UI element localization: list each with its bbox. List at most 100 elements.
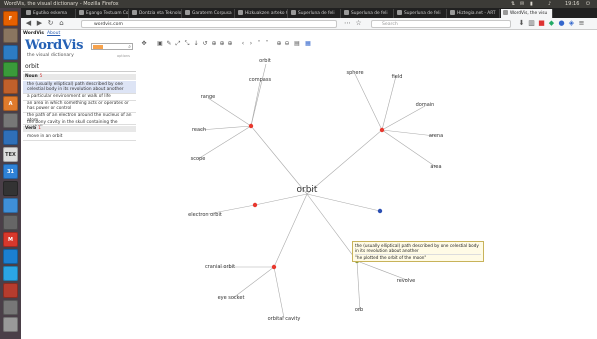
launcher-chrome-icon[interactable] xyxy=(3,198,18,213)
extension2-icon[interactable]: ◈ xyxy=(567,19,576,28)
reach-node[interactable] xyxy=(248,123,254,129)
word-graph[interactable]: orbit orbit compass range reach scope sphere fi… xyxy=(138,30,597,339)
label-field[interactable]: field xyxy=(392,74,403,80)
browser-tab[interactable]: Superluna de feli xyxy=(342,9,394,18)
next-icon[interactable]: › xyxy=(247,40,255,48)
sphere-node[interactable] xyxy=(379,127,385,133)
zoom-c-icon[interactable]: ⊕ xyxy=(226,40,234,48)
label-scope[interactable]: scope xyxy=(191,156,206,162)
zoom-b-icon[interactable]: ⊕ xyxy=(218,40,226,48)
label-sphere[interactable]: sphere xyxy=(346,70,363,76)
menu-icon[interactable]: ≡ xyxy=(577,19,586,28)
bookmark-star-icon[interactable]: ☆ xyxy=(354,19,363,28)
extension-icon[interactable]: ● xyxy=(557,19,566,28)
search-icon[interactable]: ⌕ xyxy=(128,44,131,50)
label-electron-orbit[interactable]: electron orbit xyxy=(188,212,222,218)
volume-icon[interactable]: ♪ xyxy=(548,0,551,8)
home-icon[interactable]: ⌂ xyxy=(57,19,66,28)
label-range[interactable]: range xyxy=(201,94,216,100)
launcher-writer-icon[interactable] xyxy=(3,45,18,60)
zoom-a-icon[interactable]: ⊕ xyxy=(210,40,218,48)
graph-area[interactable]: orbit orbit compass range reach scope sphere fi… xyxy=(138,30,597,339)
browser-tab[interactable]: Egutiko eskema xyxy=(24,9,76,18)
launcher-app-icon[interactable] xyxy=(3,283,18,298)
edge[interactable] xyxy=(232,266,275,299)
url-bar[interactable]: wordvis.com xyxy=(81,19,337,28)
launcher-disk-icon[interactable] xyxy=(3,300,18,315)
browser-tab[interactable]: Superluna de feli xyxy=(289,9,341,18)
download-icon[interactable]: ↓ xyxy=(192,40,200,48)
edge[interactable] xyxy=(207,97,252,127)
launcher-vlc-icon[interactable] xyxy=(3,215,18,230)
zoom-out-icon[interactable]: ⊖ xyxy=(283,40,291,48)
browser-tab[interactable]: Dontzia eta Teknolo xyxy=(130,9,182,18)
launcher-trash-icon[interactable] xyxy=(3,317,18,332)
launcher-thunderbird-icon[interactable] xyxy=(3,130,18,145)
layout-icon[interactable]: ▤ xyxy=(293,40,301,48)
label-eye-socket[interactable]: eye socket xyxy=(218,295,245,301)
expand-icon[interactable]: ⤢ xyxy=(174,40,182,48)
network-icon[interactable]: ⇅ xyxy=(511,0,515,8)
zoom-in-icon[interactable]: ⊕ xyxy=(275,40,283,48)
power-icon[interactable]: ⏻ xyxy=(586,0,590,8)
browser-tab[interactable]: Hiztegia.net - ART xyxy=(448,9,500,18)
edge[interactable] xyxy=(254,193,308,206)
label-arena[interactable]: arena xyxy=(429,133,443,139)
browser-tab[interactable]: WordVis, the visu xyxy=(501,9,553,18)
launcher-texmaker-icon[interactable]: TEX xyxy=(3,147,18,162)
prev-icon[interactable]: ‹ xyxy=(239,40,247,48)
launcher-twitter-icon[interactable] xyxy=(3,266,18,281)
electron-node[interactable] xyxy=(252,202,258,208)
edge[interactable] xyxy=(381,105,426,131)
cranial-node[interactable] xyxy=(271,264,277,270)
label-orbit[interactable]: orbit xyxy=(259,58,271,64)
draw-icon[interactable]: ✎ xyxy=(165,40,173,48)
pocket-icon[interactable]: ■ xyxy=(537,19,546,28)
edge[interactable] xyxy=(273,193,308,268)
label-area[interactable]: area xyxy=(430,164,441,170)
launcher-calc-icon[interactable] xyxy=(3,62,18,77)
center-word[interactable]: orbit xyxy=(297,185,318,195)
browser-tab[interactable]: Hizkuakzen arteko C xyxy=(236,9,288,18)
astro-node[interactable] xyxy=(377,208,383,214)
edge[interactable] xyxy=(306,129,383,195)
word-search-input[interactable]: ⌕ xyxy=(91,43,133,50)
launcher-files-icon[interactable] xyxy=(3,28,18,43)
collapse-icon[interactable]: ⤡ xyxy=(183,40,191,48)
edge[interactable] xyxy=(250,81,261,127)
panel-icon[interactable]: ▦ xyxy=(304,40,312,48)
label-cranial-orbit[interactable]: cranial orbit xyxy=(205,264,235,270)
label-orbital-cavity[interactable]: orbital cavity xyxy=(268,316,301,322)
browser-tab[interactable]: Garaterm Corpusa xyxy=(183,9,235,18)
launcher-settings-icon[interactable] xyxy=(3,113,18,128)
edge[interactable] xyxy=(273,266,285,319)
move-icon[interactable]: ✥ xyxy=(140,40,148,48)
launcher-dropbox-icon[interactable] xyxy=(3,249,18,264)
edge[interactable] xyxy=(199,125,252,131)
edge[interactable] xyxy=(250,125,308,195)
downloads-icon[interactable]: ⬇ xyxy=(517,19,526,28)
launcher-impress-icon[interactable] xyxy=(3,79,18,94)
edge[interactable] xyxy=(354,73,383,131)
down-icon[interactable]: ˅ xyxy=(263,40,271,48)
browser-tab[interactable]: Superluna de feli xyxy=(395,9,447,18)
edge[interactable] xyxy=(381,75,397,131)
up-icon[interactable]: ˄ xyxy=(255,40,263,48)
about-link[interactable]: About xyxy=(47,31,60,36)
select-icon[interactable]: ▣ xyxy=(156,40,164,48)
edge[interactable] xyxy=(356,260,361,312)
launcher-calendar-icon[interactable]: 31 xyxy=(3,164,18,179)
back-icon[interactable]: ◀ xyxy=(24,19,33,28)
search-field[interactable]: Search xyxy=(371,19,511,28)
sense-item[interactable]: move in an orbit xyxy=(23,133,136,141)
launcher-software-icon[interactable]: A xyxy=(3,96,18,111)
edge[interactable] xyxy=(250,63,267,127)
chat-icon[interactable]: ✉ xyxy=(520,0,524,8)
label-compass[interactable]: compass xyxy=(249,77,272,83)
label-revolve[interactable]: revolve xyxy=(397,278,415,284)
label-reach[interactable]: reach xyxy=(192,127,206,133)
label-domain[interactable]: domain xyxy=(416,102,435,108)
label-orb[interactable]: orb xyxy=(355,307,363,313)
addon-icon[interactable]: ◆ xyxy=(547,19,556,28)
launcher-firefox-icon[interactable]: F xyxy=(3,11,18,26)
